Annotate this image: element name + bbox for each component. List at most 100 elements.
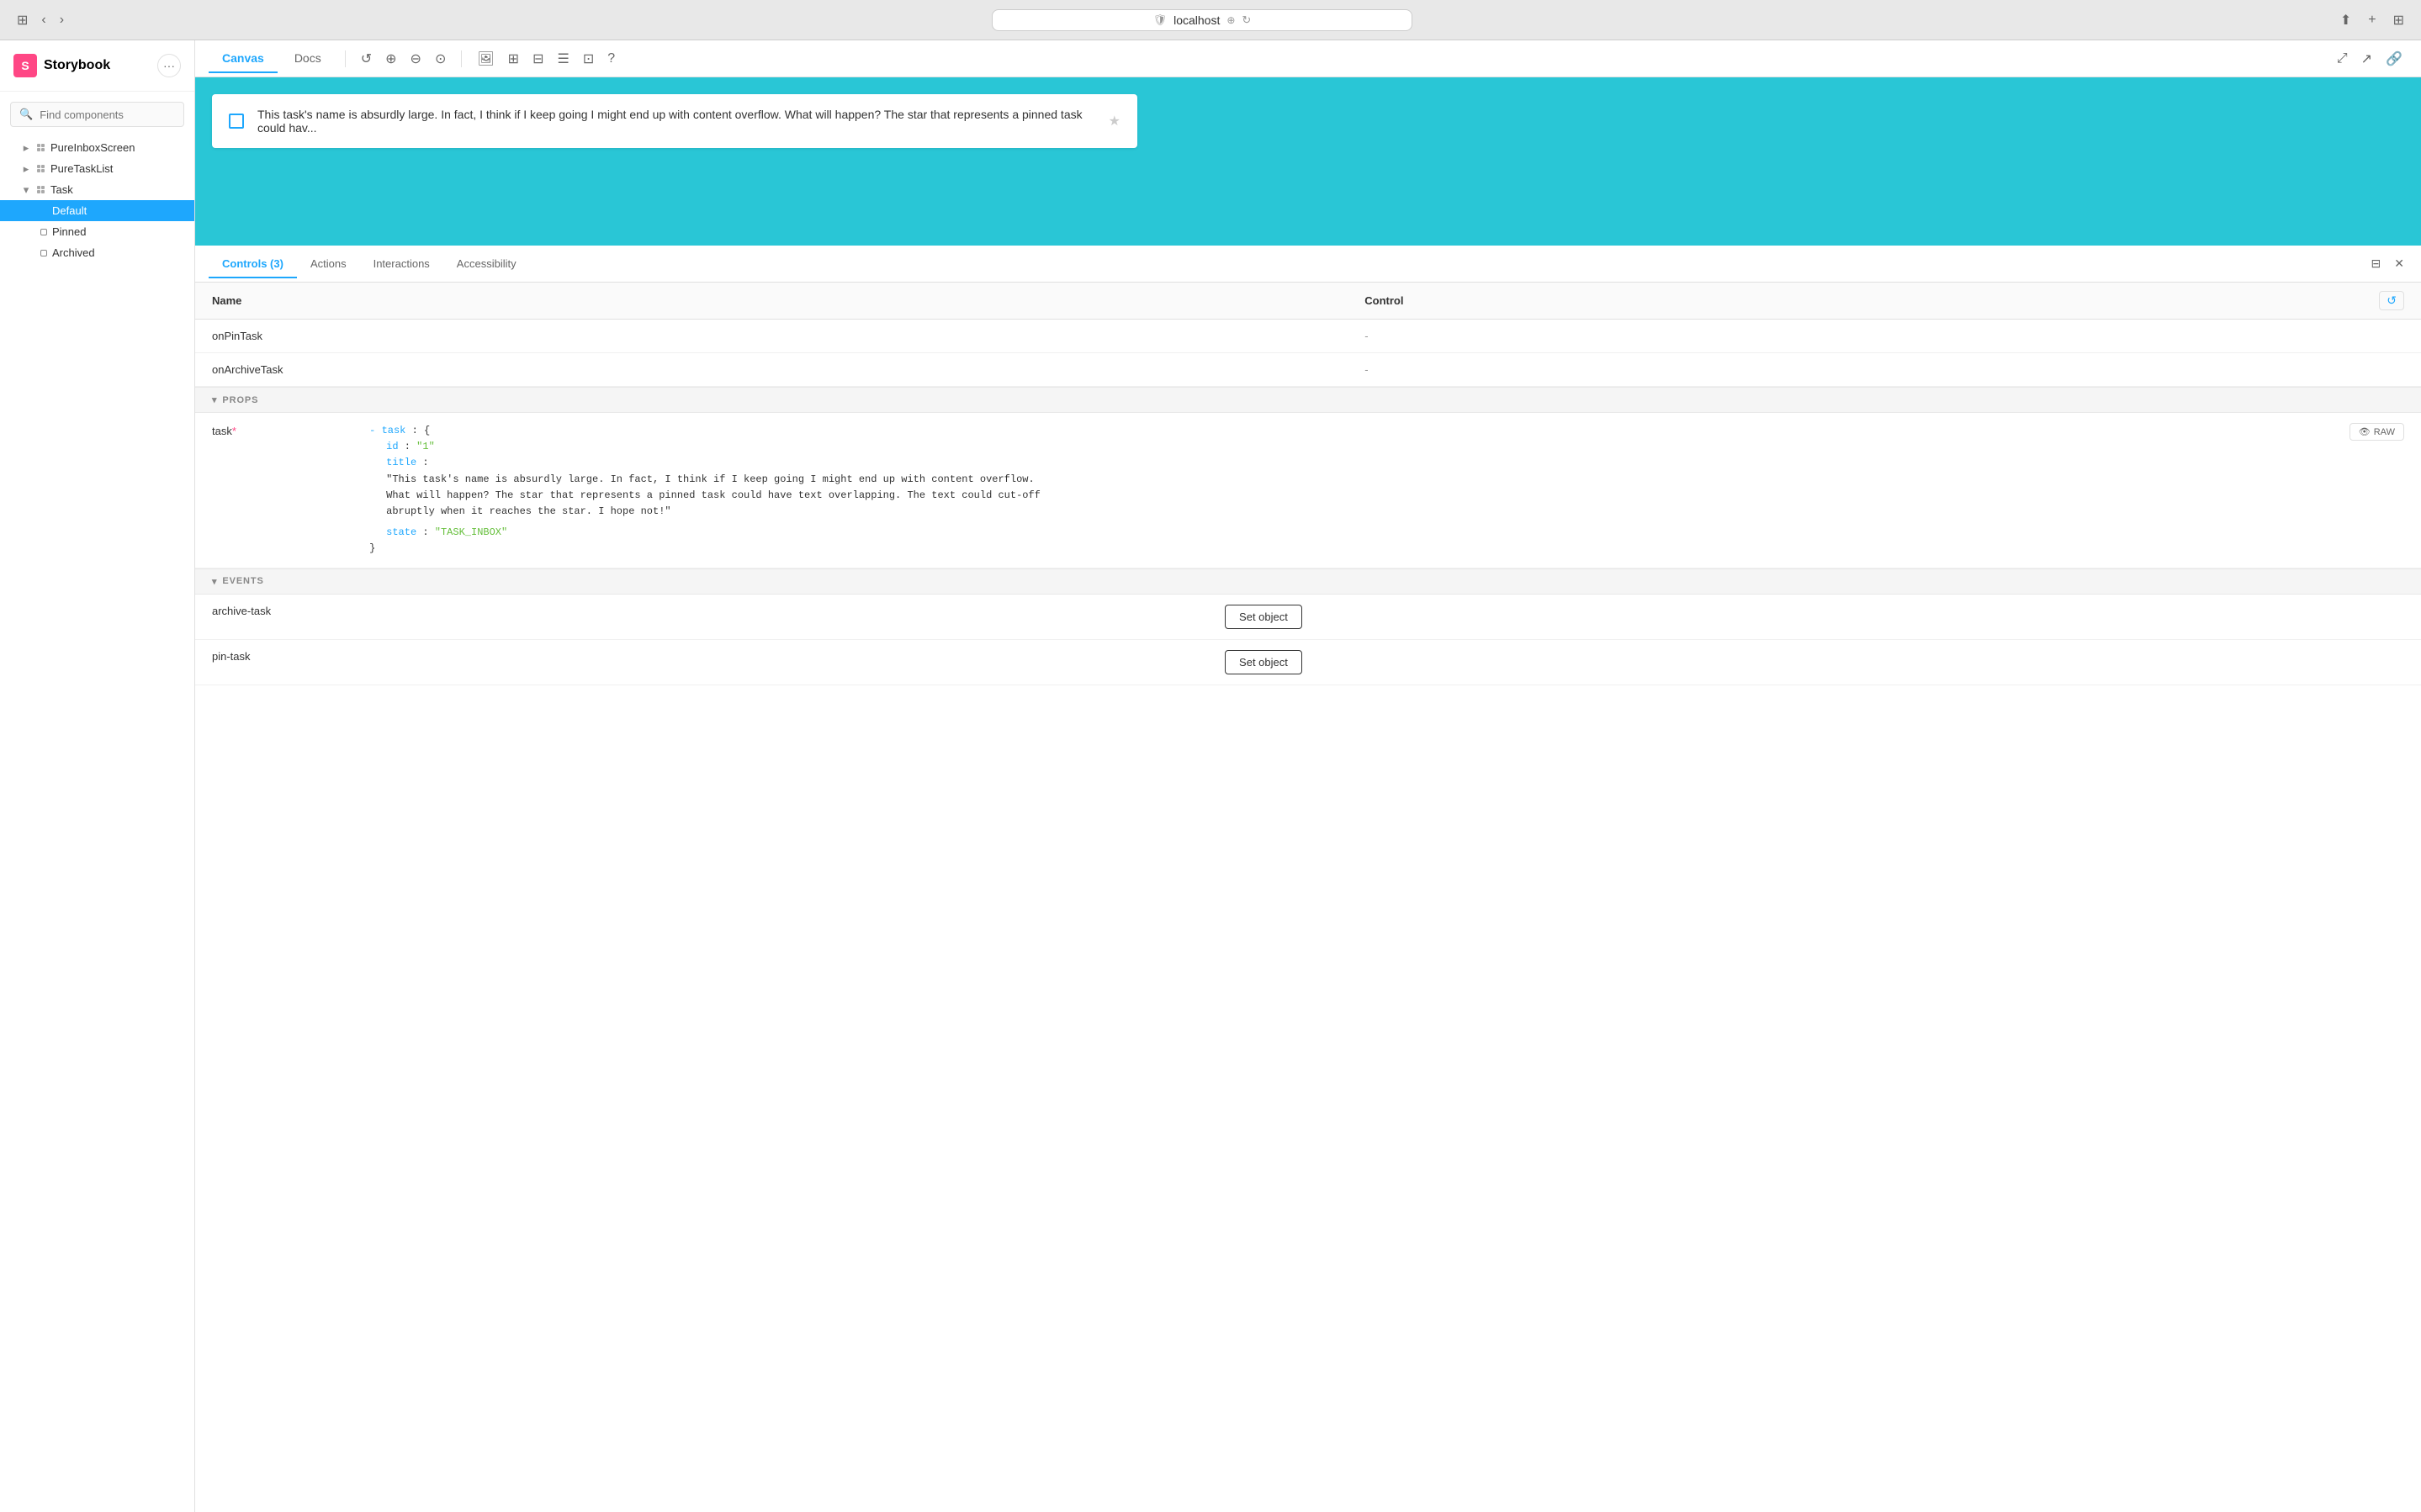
browser-chrome: ⊞ ‹ › 🛡 localhost ⊕ ↻ ⬆ + ⊞ xyxy=(0,0,2421,40)
zoom-reset-btn[interactable]: ⊙ xyxy=(430,45,451,72)
reset-controls-btn[interactable]: ↺ xyxy=(2379,291,2404,310)
sidebar-label-default: Default xyxy=(52,204,87,217)
events-section-header: ▾ EVENTS xyxy=(195,568,2421,595)
browser-nav-controls: ⊞ ‹ › xyxy=(13,8,67,32)
close-controls-btn[interactable]: ✕ xyxy=(2391,253,2408,274)
tab-interactions[interactable]: Interactions xyxy=(360,251,443,278)
table-row: onPinTask - xyxy=(195,320,2421,353)
toolbar-separator xyxy=(345,50,346,67)
new-tab-btn[interactable]: + xyxy=(2365,9,2379,31)
reload-icon[interactable]: ↻ xyxy=(1242,13,1251,27)
layout-icon-btn[interactable]: ⊡ xyxy=(578,45,599,72)
chevron-down-icon-events: ▾ xyxy=(212,576,217,587)
fullscreen-btn[interactable]: ⤢ xyxy=(2332,45,2353,72)
props-section-label: ▾ PROPS xyxy=(212,394,2404,405)
task-checkbox[interactable] xyxy=(229,114,244,129)
reset-icon-btn[interactable]: ↺ xyxy=(356,45,377,72)
story-dot-default xyxy=(40,208,47,214)
list-icon-btn[interactable]: ☰ xyxy=(552,45,574,72)
set-object-archive-btn[interactable]: Set object xyxy=(1225,605,1302,629)
prop-control-task: - task : { id : "1" title : "This task's… xyxy=(352,413,2421,568)
event-name-pin-task: pin-task xyxy=(195,639,1208,685)
raw-btn[interactable]: 👁 RAW xyxy=(2349,423,2404,441)
app-layout: S Storybook ··· 🔍 / ▸ PureInbox xyxy=(0,40,2421,1512)
copy-link-btn[interactable]: 🔗 xyxy=(2381,45,2408,72)
row-control-onPinTask: - xyxy=(1348,320,2421,353)
controls-tabs-bar: Controls (3) Actions Interactions Access… xyxy=(195,246,2421,283)
address-bar[interactable]: 🛡 localhost ⊕ ↻ xyxy=(992,9,1412,31)
chevron-down-icon: ▾ xyxy=(212,394,217,405)
sidebar-toggle-btn[interactable]: ⊞ xyxy=(13,8,31,32)
sidebar-label-archived: Archived xyxy=(52,246,95,259)
task-card: This task's name is absurdly large. In f… xyxy=(212,94,1137,148)
expand-icon: ▸ xyxy=(20,142,32,154)
browser-forward-btn[interactable]: › xyxy=(56,9,67,31)
sidebar-item-archived[interactable]: Archived xyxy=(0,242,194,263)
search-input[interactable] xyxy=(40,108,188,121)
row-name-onArchiveTask: onArchiveTask xyxy=(195,353,1348,387)
external-link-btn[interactable]: ↗ xyxy=(2356,45,2377,72)
canvas-preview: This task's name is absurdly large. In f… xyxy=(195,77,2421,246)
tab-accessibility[interactable]: Accessibility xyxy=(443,251,530,278)
controls-tab-right: ⊟ ✕ xyxy=(2368,253,2408,274)
sidebar-label-pinned: Pinned xyxy=(52,225,86,238)
tabs-overview-btn[interactable]: ⊞ xyxy=(2390,8,2408,32)
prop-task-wrapper: - task : { id : "1" title : "This task's… xyxy=(369,423,2404,558)
logo-letter: S xyxy=(21,59,29,72)
component-grid-icon xyxy=(37,144,45,151)
sidebar-label-pureTaskList: PureTaskList xyxy=(50,162,113,175)
task-code-block: - task : { id : "1" title : "This task's… xyxy=(369,423,1042,558)
event-control-pin-task: Set object xyxy=(1208,639,2421,685)
reader-icon: ⊕ xyxy=(1226,14,1235,26)
sidebar: S Storybook ··· 🔍 / ▸ PureInbox xyxy=(0,40,195,1512)
controls-table: Name Control ↺ onPinTask - xyxy=(195,283,2421,387)
pin-icon[interactable]: ★ xyxy=(1109,113,1120,130)
grid-icon-btn[interactable]: ⊞ xyxy=(503,45,524,72)
storybook-logo: S Storybook xyxy=(13,54,110,77)
table-row: task* - task : { id : "1" title : "This … xyxy=(195,413,2421,568)
zoom-in-btn[interactable]: ⊕ xyxy=(380,45,401,72)
story-dot-archived xyxy=(40,250,47,256)
task-title-text: This task's name is absurdly large. In f… xyxy=(257,108,1095,135)
collapse-icon: ▾ xyxy=(20,184,32,196)
sidebar-label-pureInboxScreen: PureInboxScreen xyxy=(50,141,135,154)
component-grid-icon3 xyxy=(37,186,45,193)
table-row: archive-task Set object xyxy=(195,595,2421,640)
sidebar-item-task[interactable]: ▾ Task xyxy=(0,179,194,200)
browser-back-btn[interactable]: ‹ xyxy=(38,9,49,31)
help-icon-btn[interactable]: ? xyxy=(602,46,620,71)
expand-icon: ▸ xyxy=(20,163,32,175)
storybook-logo-icon: S xyxy=(13,54,37,77)
set-object-pin-btn[interactable]: Set object xyxy=(1225,650,1302,674)
sidebar-item-default[interactable]: Default xyxy=(0,200,194,221)
viewport-icon-btn[interactable]: ⊟ xyxy=(527,45,548,72)
main-content: Canvas Docs ↺ ⊕ ⊖ ⊙ 🖼 ⊞ ⊟ ☰ ⊡ ? ⤢ ↗ 🔗 Th xyxy=(195,40,2421,1512)
shield-icon: 🛡 xyxy=(1153,13,1168,27)
tab-docs[interactable]: Docs xyxy=(281,45,335,73)
search-bar-container: 🔍 / xyxy=(10,102,184,127)
sidebar-item-pureTaskList[interactable]: ▸ PureTaskList xyxy=(0,158,194,179)
required-indicator: * xyxy=(232,425,236,437)
tab-actions[interactable]: Actions xyxy=(297,251,360,278)
eye-icon: 👁 xyxy=(2359,426,2371,437)
prop-name-task: task* xyxy=(195,413,352,568)
share-btn[interactable]: ⬆ xyxy=(2337,8,2355,32)
zoom-out-btn[interactable]: ⊖ xyxy=(405,45,426,72)
row-control-onArchiveTask: - xyxy=(1348,353,2421,387)
col-name-header: Name xyxy=(195,283,1348,320)
tree: ▸ PureInboxScreen ▸ PureTaskLi xyxy=(0,137,194,263)
sidebar-item-pinned[interactable]: Pinned xyxy=(0,221,194,242)
split-view-btn[interactable]: ⊟ xyxy=(2368,253,2385,274)
more-options-btn[interactable]: ··· xyxy=(157,54,181,77)
sidebar-header: S Storybook ··· xyxy=(0,40,194,92)
props-section-header: ▾ PROPS xyxy=(195,387,2421,413)
sidebar-item-pureInboxScreen[interactable]: ▸ PureInboxScreen xyxy=(0,137,194,158)
controls-panel: Controls (3) Actions Interactions Access… xyxy=(195,246,2421,1512)
col-control-header: Control ↺ xyxy=(1348,283,2421,320)
main-toolbar: Canvas Docs ↺ ⊕ ⊖ ⊙ 🖼 ⊞ ⊟ ☰ ⊡ ? ⤢ ↗ 🔗 xyxy=(195,40,2421,77)
tab-canvas[interactable]: Canvas xyxy=(209,45,278,73)
props-table: task* - task : { id : "1" title : "This … xyxy=(195,413,2421,568)
event-control-archive-task: Set object xyxy=(1208,595,2421,640)
image-icon-btn[interactable]: 🖼 xyxy=(472,45,499,72)
tab-controls[interactable]: Controls (3) xyxy=(209,251,297,278)
